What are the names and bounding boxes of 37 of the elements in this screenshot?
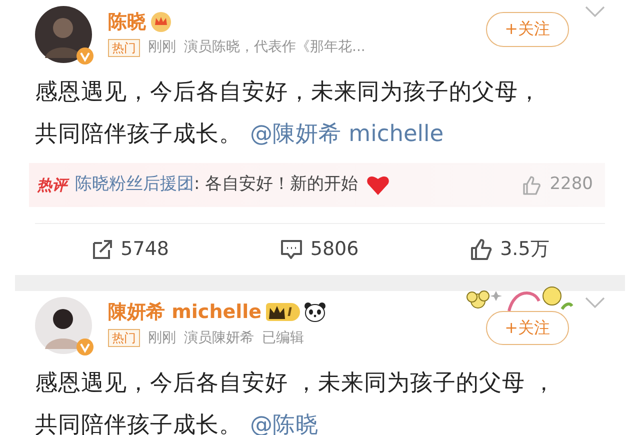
post-meta: 已编辑	[262, 328, 304, 348]
hot-tag: 热门	[108, 38, 140, 57]
like-count: 2280	[550, 173, 593, 196]
repost-icon	[90, 238, 113, 260]
post-meta: 演员陳妍希	[184, 328, 254, 348]
user-name[interactable]: 陳妍希 michelle	[108, 301, 262, 324]
post-text: 共同陪伴孩子成长。 @陳妍希 michelle	[35, 120, 445, 149]
thumbs-up-icon	[470, 238, 492, 260]
crown-icon	[268, 304, 286, 320]
post-text: 感恩遇见，今后各自安好，未来同为孩子的父母，	[35, 78, 542, 107]
avatar	[35, 6, 92, 63]
verified-icon	[76, 47, 94, 65]
thumbs-up-icon[interactable]	[522, 174, 542, 195]
user-name[interactable]: 陈晓	[108, 10, 146, 34]
post-text: 感恩遇见，今后各自安好 ，未来同为孩子的父母 ，	[35, 368, 556, 398]
heart-icon	[366, 174, 390, 196]
action-button[interactable]: 5806	[280, 234, 359, 264]
follow-button[interactable]: +关注	[486, 12, 569, 47]
chevron-down-icon[interactable]	[585, 296, 605, 308]
action-button[interactable]: 3.5万	[470, 234, 550, 264]
post-meta: 刚刚	[148, 328, 176, 348]
panda-icon	[304, 302, 326, 322]
post-meta: 演员陈晓，代表作《那年花...	[184, 38, 366, 58]
comment-icon	[280, 238, 302, 260]
comment-text: 陈晓粉丝后援团: 各自安好！新的开始	[75, 173, 358, 196]
chevron-down-icon[interactable]	[585, 6, 605, 18]
level-badge: I	[266, 303, 300, 322]
verified-icon	[76, 338, 94, 356]
mention-link[interactable]: @陳妍希 michelle	[250, 121, 444, 147]
crown-badge-icon	[150, 10, 172, 33]
hot-comment-label: 热评	[37, 174, 67, 196]
follow-button[interactable]: +关注	[486, 310, 569, 346]
commenter-link[interactable]: 陈晓粉丝后援团	[75, 174, 194, 194]
post-meta: 刚刚	[148, 38, 176, 58]
avatar	[35, 296, 92, 354]
action-button[interactable]: 5748	[90, 234, 170, 264]
hot-tag: 热门	[108, 329, 140, 348]
